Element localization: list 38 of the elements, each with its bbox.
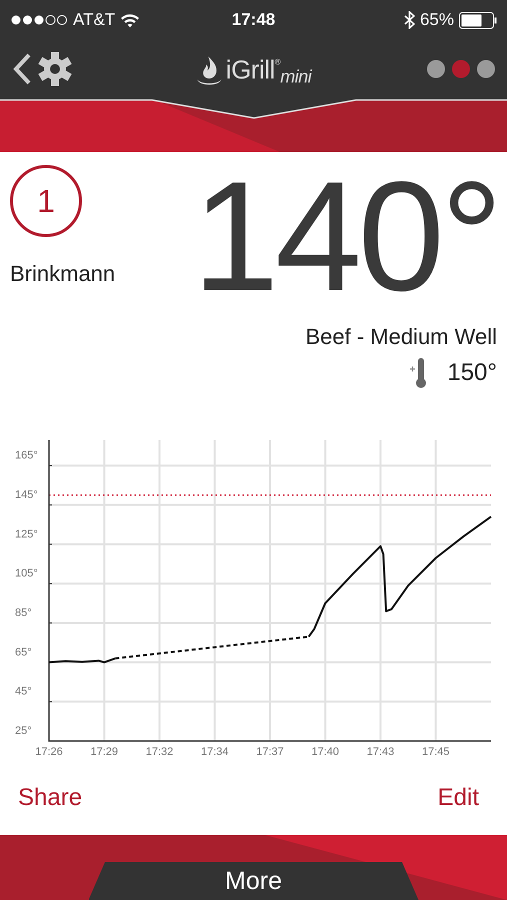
battery-icon bbox=[459, 12, 497, 28]
signal-icon bbox=[10, 14, 68, 26]
y-axis-label: 145° bbox=[15, 488, 38, 501]
back-button[interactable] bbox=[12, 53, 32, 85]
y-axis-label: 65° bbox=[15, 646, 32, 658]
probe-name: Brinkmann bbox=[10, 261, 116, 287]
bluetooth-icon bbox=[404, 11, 415, 29]
more-tab[interactable]: More bbox=[88, 862, 418, 900]
page-dot[interactable] bbox=[452, 60, 470, 78]
x-axis-label: 17:32 bbox=[146, 746, 174, 758]
x-axis-label: 17:37 bbox=[256, 746, 284, 758]
x-axis-label: 17:45 bbox=[422, 746, 450, 758]
settings-button[interactable] bbox=[38, 52, 72, 86]
x-axis-label: 17:26 bbox=[35, 746, 63, 758]
y-axis-label: 125° bbox=[15, 528, 38, 540]
x-axis-label: 17:40 bbox=[311, 746, 340, 758]
x-axis-label: 17:34 bbox=[200, 746, 229, 758]
y-axis-label: 25° bbox=[15, 725, 32, 737]
edit-button[interactable]: Edit bbox=[438, 784, 479, 812]
y-axis-label: 165° bbox=[15, 450, 38, 462]
preset-name[interactable]: Beef - Medium Well bbox=[305, 324, 497, 350]
page-dot[interactable] bbox=[427, 60, 445, 78]
y-axis-label: 85° bbox=[15, 606, 32, 619]
flame-icon bbox=[196, 55, 222, 88]
probe-number[interactable]: 1 bbox=[10, 165, 82, 237]
x-axis-label: 17:43 bbox=[366, 746, 394, 758]
thermometer-icon bbox=[409, 357, 428, 389]
wifi-icon bbox=[120, 12, 140, 28]
x-axis-label: 17:29 bbox=[90, 746, 118, 758]
share-button[interactable]: Share bbox=[18, 784, 82, 812]
battery-percent: 65% bbox=[420, 10, 454, 30]
page-dot[interactable] bbox=[477, 60, 495, 78]
carrier-name: AT&T bbox=[73, 10, 116, 30]
y-axis-label: 105° bbox=[15, 568, 38, 580]
target-temperature: 150° bbox=[447, 359, 497, 387]
y-axis-label: 45° bbox=[15, 686, 32, 698]
current-temperature: 140° bbox=[192, 150, 499, 324]
clock-time: 17:48 bbox=[232, 10, 276, 29]
